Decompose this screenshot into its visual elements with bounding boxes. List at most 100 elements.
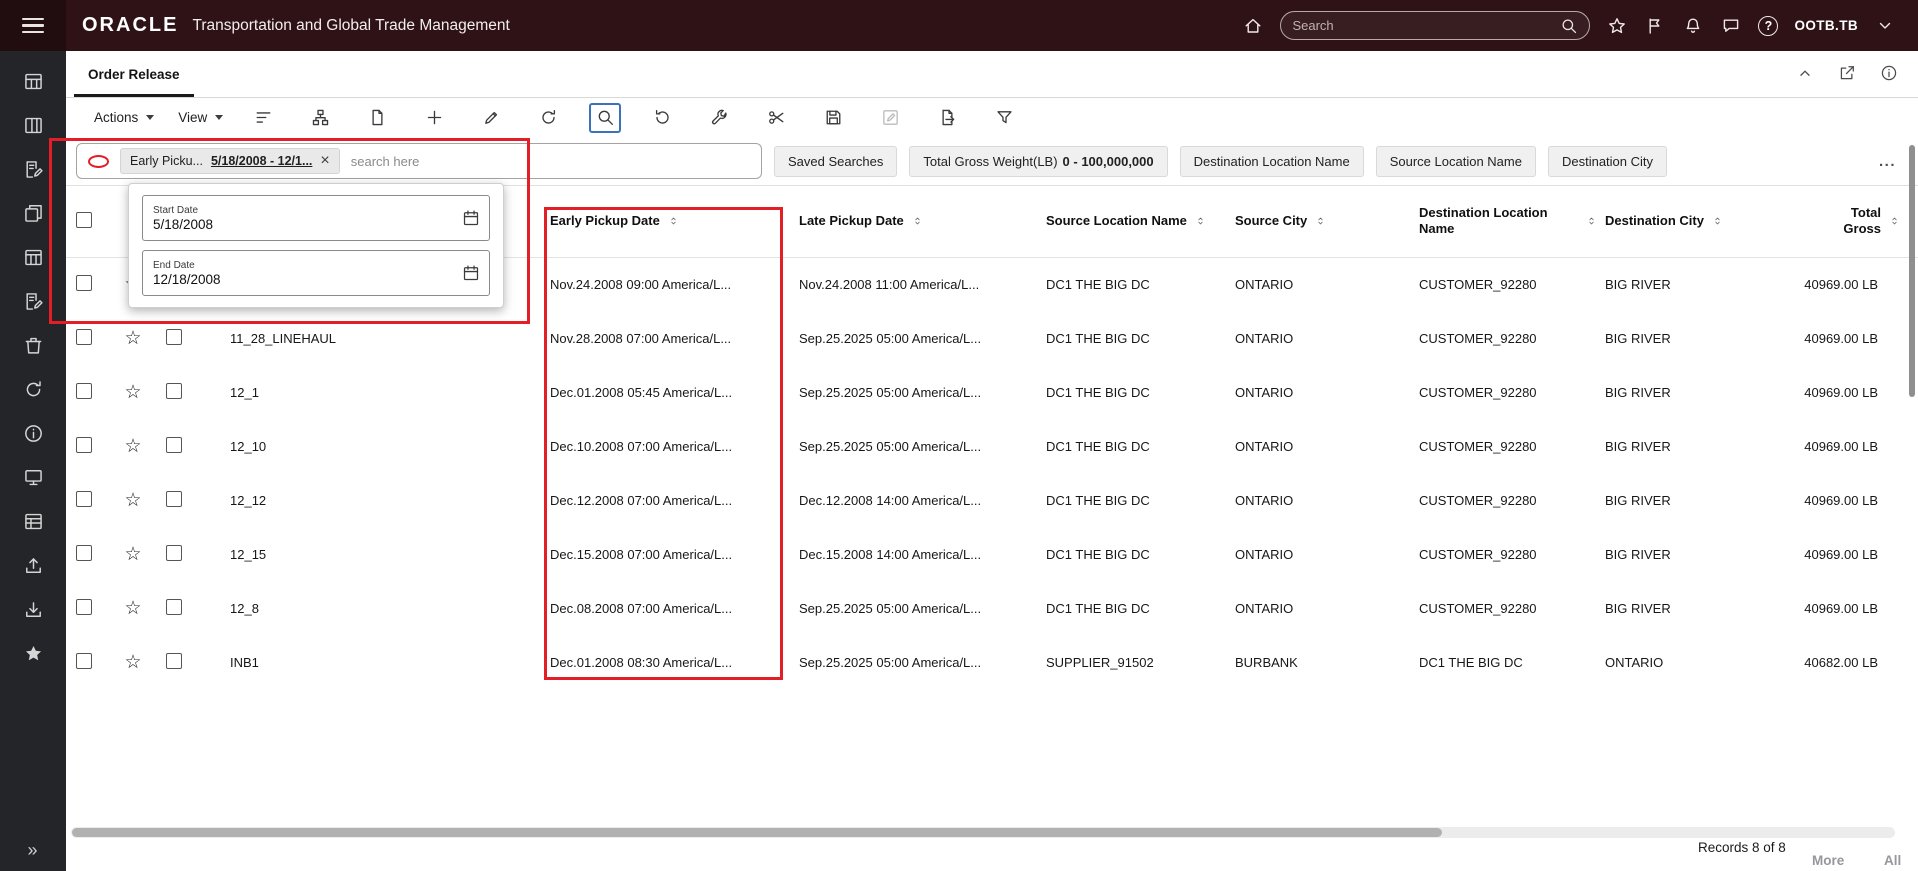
row-checkbox-secondary[interactable] (166, 652, 182, 669)
saved-searches-button[interactable]: Saved Searches (774, 145, 898, 177)
row-checkbox[interactable] (76, 490, 92, 507)
favorites-star-icon[interactable] (1606, 15, 1628, 37)
sort-icon[interactable] (668, 214, 679, 228)
remove-filter-icon[interactable]: × (320, 153, 329, 169)
global-search[interactable] (1280, 11, 1591, 40)
calendar-icon[interactable] (462, 264, 480, 282)
row-checkbox[interactable] (76, 274, 92, 291)
column-header-early[interactable]: Early Pickup Date (546, 186, 795, 258)
flag-icon[interactable] (1644, 15, 1666, 37)
sort-icon[interactable] (1315, 214, 1326, 228)
layout-columns-icon[interactable] (11, 103, 55, 147)
delete-icon[interactable] (11, 323, 55, 367)
sort-icon[interactable] (1586, 214, 1597, 228)
tab-order-release[interactable]: Order Release (74, 51, 194, 97)
select-all-checkbox[interactable] (76, 211, 92, 228)
sort-icon[interactable] (1889, 214, 1900, 228)
table-row[interactable]: ☆ 12_10 Dec.10.2008 07:00 America/L... Sep.… (66, 419, 1918, 473)
messages-chat-icon[interactable] (1720, 15, 1742, 37)
user-menu-chevron-icon[interactable] (1874, 15, 1896, 37)
edit-document-icon[interactable] (11, 147, 55, 191)
workbench-grid-icon[interactable] (11, 59, 55, 103)
row-checkbox-secondary[interactable] (166, 436, 182, 453)
favorite-star-icon[interactable]: ☆ (124, 490, 141, 511)
save-icon[interactable] (817, 103, 849, 133)
search-icon[interactable] (589, 102, 622, 133)
more-records-link[interactable]: More (1812, 853, 1844, 868)
start-date-value[interactable]: 5/18/2008 (153, 217, 479, 232)
table-view-icon[interactable] (11, 235, 55, 279)
column-header-dst-city[interactable]: Destination City (1601, 186, 1791, 258)
global-search-icon[interactable] (1560, 17, 1578, 35)
row-checkbox-secondary[interactable] (166, 490, 182, 507)
filter-icon[interactable] (988, 103, 1020, 133)
gross-weight-filter-pill[interactable]: Total Gross Weight(LB) 0 - 100,000,000 (909, 145, 1168, 177)
row-checkbox[interactable] (76, 382, 92, 399)
horizontal-scrollbar[interactable] (71, 827, 1895, 838)
table-row[interactable]: ☆ INB1 Dec.01.2008 08:30 America/L... Sep.2… (66, 635, 1918, 689)
refresh-icon[interactable] (646, 103, 678, 133)
row-checkbox[interactable] (76, 436, 92, 453)
table-row[interactable]: ☆ 12_1 Dec.01.2008 05:45 America/L... Sep.2… (66, 365, 1918, 419)
row-checkbox[interactable] (76, 544, 92, 561)
favorites-icon[interactable] (11, 631, 55, 675)
table-row[interactable]: ☆ 12_12 Dec.12.2008 07:00 America/L... Dec.… (66, 473, 1918, 527)
new-document-icon[interactable] (361, 103, 393, 133)
collapse-panel-icon[interactable] (1796, 64, 1816, 84)
row-checkbox-secondary[interactable] (166, 328, 182, 345)
end-date-field[interactable]: End Date 12/18/2008 (142, 250, 490, 296)
favorite-star-icon[interactable]: ☆ (124, 652, 141, 673)
row-checkbox-secondary[interactable] (166, 598, 182, 615)
sort-icon[interactable] (912, 214, 923, 228)
tools-icon[interactable] (703, 103, 735, 133)
start-date-field[interactable]: Start Date 5/18/2008 (142, 195, 490, 241)
sort-columns-icon[interactable] (247, 103, 279, 133)
refresh-icon[interactable] (11, 367, 55, 411)
column-header-late[interactable]: Late Pickup Date (795, 186, 1042, 258)
table-row[interactable]: ☆ 12_15 Dec.15.2008 07:00 America/L... Dec.… (66, 527, 1918, 581)
cut-icon[interactable] (760, 103, 792, 133)
favorite-star-icon[interactable]: ☆ (124, 328, 141, 349)
reload-icon[interactable] (532, 103, 564, 133)
filter-pill-destination-city[interactable]: Destination City (1547, 145, 1668, 177)
notifications-bell-icon[interactable] (1682, 15, 1704, 37)
end-date-value[interactable]: 12/18/2008 (153, 272, 479, 287)
row-checkbox[interactable] (76, 328, 92, 345)
actions-menu-button[interactable]: Actions (82, 104, 166, 131)
horizontal-scrollbar-thumb[interactable] (72, 828, 1442, 837)
column-header-src-city[interactable]: Source City (1231, 186, 1415, 258)
row-checkbox[interactable] (76, 598, 92, 615)
sort-icon[interactable] (1712, 214, 1723, 228)
info-icon[interactable] (11, 411, 55, 455)
bulk-edit-icon[interactable] (874, 103, 906, 133)
user-menu[interactable]: OOTB.TB (1794, 18, 1858, 33)
open-in-new-window-icon[interactable] (1838, 64, 1858, 84)
monitor-icon[interactable] (11, 455, 55, 499)
column-header-total[interactable]: Total Gross (1791, 186, 1918, 258)
sidebar-expand-button[interactable]: » (0, 840, 66, 861)
copy-pages-icon[interactable] (11, 191, 55, 235)
download-icon[interactable] (11, 587, 55, 631)
vertical-scrollbar-thumb[interactable] (1909, 145, 1915, 397)
home-icon[interactable] (1242, 15, 1264, 37)
sort-icon[interactable] (1195, 214, 1206, 228)
global-search-input[interactable] (1292, 18, 1561, 33)
favorite-star-icon[interactable]: ☆ (124, 544, 141, 565)
favorite-star-icon[interactable]: ☆ (124, 598, 141, 619)
upload-icon[interactable] (11, 543, 55, 587)
column-header-src-loc[interactable]: Source Location Name (1042, 186, 1231, 258)
calendar-icon[interactable] (462, 209, 480, 227)
filter-pill-source-location-name[interactable]: Source Location Name (1375, 145, 1536, 177)
hamburger-menu-button[interactable] (0, 0, 66, 51)
column-header-dst-loc[interactable]: Destination Location Name (1415, 186, 1601, 258)
export-icon[interactable] (931, 103, 963, 133)
row-checkbox[interactable] (76, 652, 92, 669)
filter-chip-value[interactable]: 5/18/2008 - 12/1... (211, 154, 312, 168)
favorite-star-icon[interactable]: ☆ (124, 436, 141, 457)
all-records-link[interactable]: All (1884, 853, 1901, 868)
filter-search-box[interactable]: Early Picku... 5/18/2008 - 12/1... × sea… (76, 143, 762, 179)
data-grid-icon[interactable] (11, 499, 55, 543)
row-checkbox-secondary[interactable] (166, 382, 182, 399)
hierarchy-view-icon[interactable] (304, 103, 336, 133)
early-pickup-date-filter-chip[interactable]: Early Picku... 5/18/2008 - 12/1... × (120, 148, 340, 174)
